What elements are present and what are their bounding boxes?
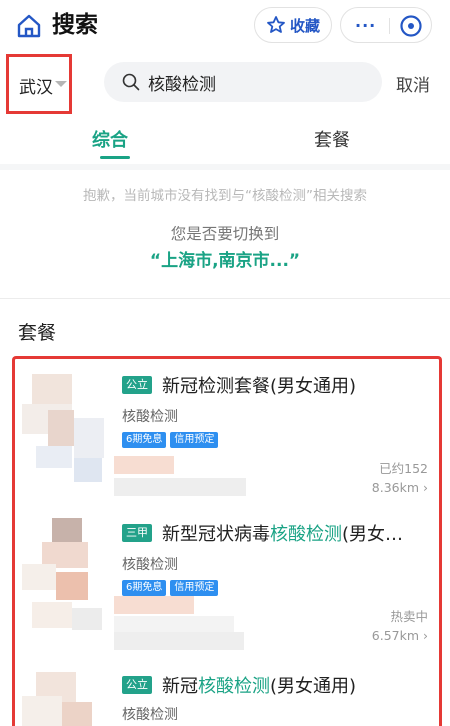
- star-icon: [267, 16, 285, 33]
- switch-city-prompt: 您是否要切换到: [170, 225, 280, 243]
- tab-packages[interactable]: 套餐: [314, 126, 350, 152]
- installment-tag: 6期免息: [122, 580, 167, 596]
- credit-tag: 信用预定: [170, 580, 219, 596]
- city-selector[interactable]: 武汉: [6, 54, 72, 114]
- close-icon[interactable]: [399, 14, 423, 38]
- price-blur: [114, 632, 244, 650]
- cancel-button[interactable]: 取消: [396, 71, 430, 96]
- item-title: 新型冠状病毒核酸检测(男女…: [162, 524, 404, 545]
- product-thumbnail: [22, 666, 106, 726]
- price-blur: [114, 596, 194, 614]
- home-icon[interactable]: [16, 13, 42, 39]
- price-blur: [114, 456, 174, 474]
- capsule-divider: [389, 18, 390, 34]
- item-tags: 6期免息 信用预定: [122, 432, 219, 448]
- more-menu-button[interactable]: ···: [355, 16, 376, 35]
- installment-tag: 6期免息: [122, 432, 167, 448]
- product-thumbnail: [22, 370, 106, 490]
- item-subtitle: 核酸检测: [122, 707, 178, 723]
- switch-city-link[interactable]: “上海市,南京市...”: [0, 246, 450, 271]
- list-item[interactable]: 三甲 新型冠状病毒核酸检测(男女… 核酸检测 6期免息 信用预定 热卖中 6.5…: [0, 512, 450, 652]
- favorite-button[interactable]: 收藏: [254, 7, 332, 43]
- section-title: 套餐: [18, 322, 57, 344]
- item-tags: 6期免息 信用预定: [122, 580, 219, 596]
- distance: 6.57km ›: [371, 628, 428, 643]
- item-title: 新冠核酸检测(男女通用): [162, 676, 357, 697]
- hospital-badge: 三甲: [122, 524, 152, 542]
- booking-count: 已约152: [379, 461, 428, 476]
- chevron-down-icon: [55, 81, 67, 87]
- section-separator: [0, 164, 450, 170]
- tab-active-indicator: [100, 156, 130, 159]
- item-title: 新冠检测套餐(男女通用): [162, 376, 357, 397]
- list-item[interactable]: 公立 新冠核酸检测(男女通用) 核酸检测: [0, 660, 450, 726]
- search-input[interactable]: [148, 70, 368, 94]
- tab-all[interactable]: 综合: [92, 126, 128, 152]
- hospital-badge: 公立: [122, 376, 152, 394]
- divider: [0, 298, 450, 299]
- city-label: 武汉: [19, 78, 53, 98]
- list-item[interactable]: 公立 新冠检测套餐(男女通用) 核酸检测 6期免息 信用预定 已约152 8.3…: [0, 366, 450, 506]
- hospital-badge: 公立: [122, 676, 152, 694]
- price-blur: [114, 478, 246, 496]
- product-thumbnail: [22, 516, 106, 636]
- top-bar: 搜索 收藏 ···: [0, 0, 450, 52]
- credit-tag: 信用预定: [170, 432, 219, 448]
- search-box[interactable]: [104, 62, 382, 102]
- no-results-notice: 抱歉，当前城市没有找到与“核酸检测”相关搜索: [83, 188, 367, 204]
- item-subtitle: 核酸检测: [122, 557, 178, 573]
- search-icon: [122, 73, 140, 91]
- item-subtitle: 核酸检测: [122, 409, 178, 425]
- distance: 8.36km ›: [371, 480, 428, 495]
- favorite-label: 收藏: [289, 16, 320, 35]
- page-title: 搜索: [52, 12, 98, 38]
- capsule-menu: ···: [340, 7, 432, 43]
- sale-status: 热卖中: [390, 609, 428, 624]
